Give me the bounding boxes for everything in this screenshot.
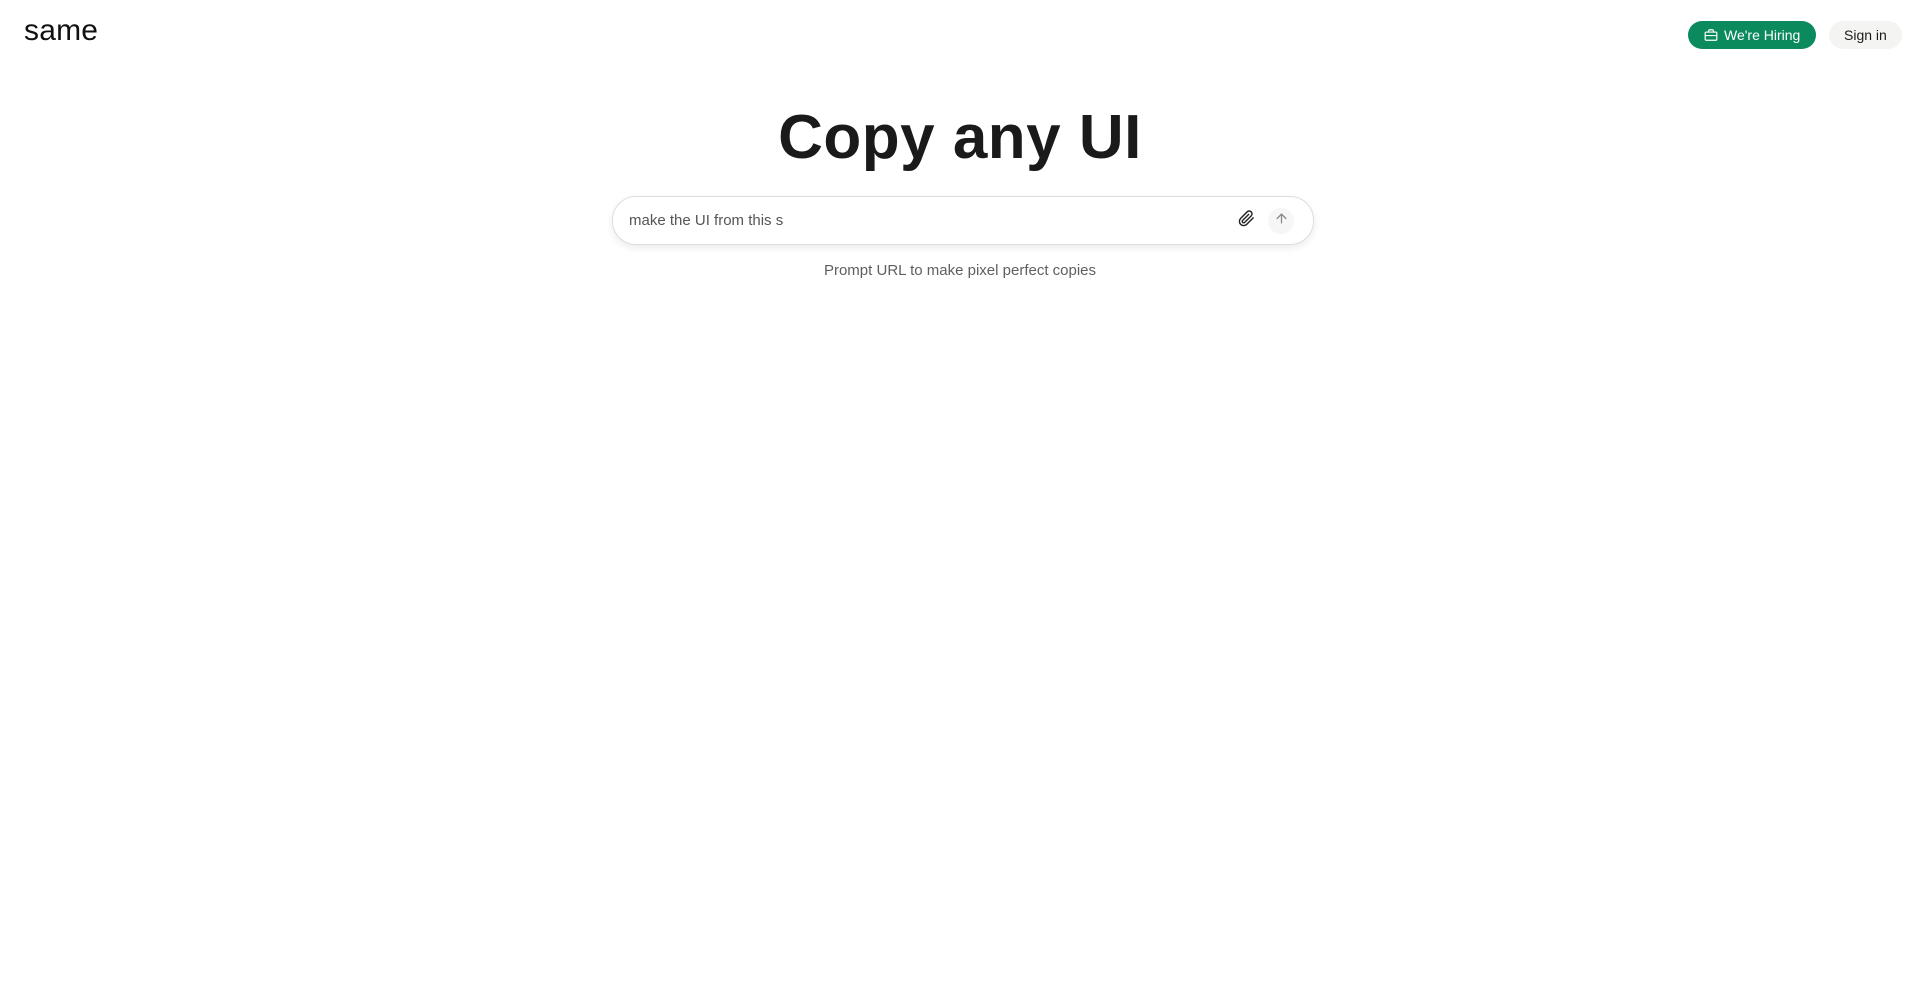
briefcase-icon xyxy=(1704,28,1718,42)
logo[interactable]: same xyxy=(24,14,98,48)
sign-in-button[interactable]: Sign in xyxy=(1829,21,1902,49)
hiring-label: We're Hiring xyxy=(1724,27,1801,43)
prompt-input[interactable] xyxy=(629,197,1189,244)
hiring-button[interactable]: We're Hiring xyxy=(1688,21,1817,49)
hint-text: Prompt URL to make pixel perfect copies xyxy=(823,262,1097,279)
arrow-up-icon xyxy=(1274,211,1289,231)
top-bar: same We're Hiring Sign in xyxy=(0,0,1920,68)
attach-button[interactable] xyxy=(1234,209,1258,233)
paperclip-icon xyxy=(1238,210,1255,232)
prompt-box xyxy=(612,196,1314,245)
page-title: Copy any UI xyxy=(778,103,1142,172)
send-button[interactable] xyxy=(1268,208,1294,234)
